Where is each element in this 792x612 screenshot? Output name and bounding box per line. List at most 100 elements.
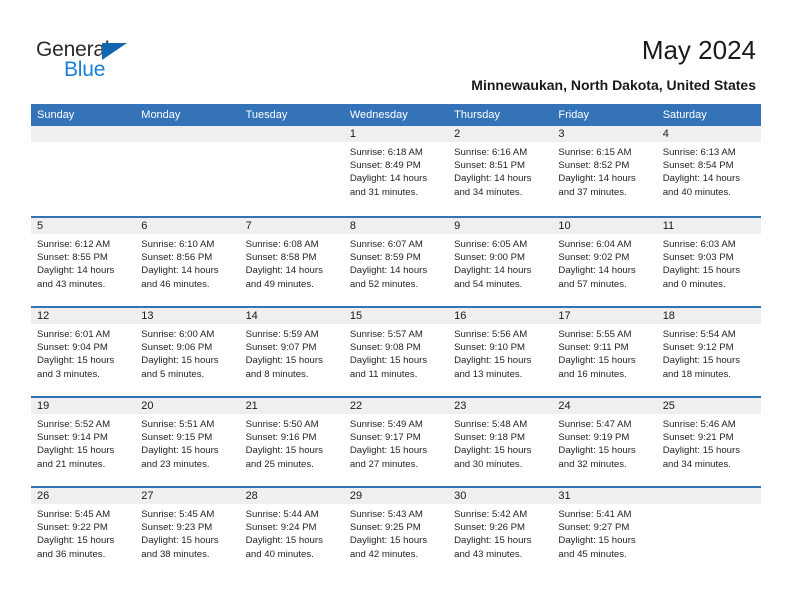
- day-number: [239, 126, 344, 142]
- calendar-day-cell-empty: [656, 488, 761, 576]
- calendar-day-cell[interactable]: 7 Sunrise: 6:08 AM Sunset: 8:58 PM Daylight…: [239, 218, 344, 306]
- sunrise-text: Sunrise: 5:41 AM: [558, 509, 632, 520]
- daylight-text-line1: Daylight: 14 hours: [245, 265, 323, 277]
- sunset-text: Sunset: 9:14 PM: [37, 432, 108, 444]
- daylight-text-line1: Daylight: 15 hours: [662, 265, 741, 277]
- daylight-text-line1: Daylight: 14 hours: [141, 265, 219, 277]
- calendar-day-cell[interactable]: 26 Sunrise: 5:45 AM Sunset: 9:22 PM Dayligh…: [31, 488, 136, 576]
- sunrise-text: Sunrise: 6:03 AM: [662, 239, 736, 250]
- sunrise-text: Sunrise: 6:13 AM: [662, 147, 736, 158]
- calendar-day-cell[interactable]: 29 Sunrise: 5:43 AM Sunset: 9:25 PM Dayligh…: [343, 488, 449, 576]
- daylight-text-line2: and 38 minutes.: [141, 548, 210, 560]
- calendar-day-cell[interactable]: 3 Sunrise: 6:15 AM Sunset: 8:52 PM Daylight…: [552, 126, 657, 214]
- calendar-day-cell[interactable]: 12 Sunrise: 6:01 AM Sunset: 9:04 PM Dayligh…: [31, 308, 136, 396]
- sunset-text: Sunset: 9:16 PM: [245, 432, 317, 444]
- calendar-day-cell[interactable]: 24 Sunrise: 5:47 AM Sunset: 9:19 PM Dayligh…: [552, 398, 657, 486]
- daylight-text-line1: Daylight: 15 hours: [454, 535, 532, 547]
- sunrise-text: Sunrise: 5:52 AM: [37, 419, 111, 430]
- day-sun-info: Sunrise: 6:01 AM Sunset: 9:04 PM Daylight:…: [31, 324, 135, 381]
- daylight-text-line2: and 23 minutes.: [141, 458, 210, 470]
- daylight-text-line2: and 34 minutes.: [454, 186, 523, 198]
- sunset-text: Sunset: 9:15 PM: [141, 432, 213, 444]
- general-blue-logo[interactable]: General Blue: [36, 38, 166, 86]
- calendar-day-cell[interactable]: 18 Sunrise: 5:54 AM Sunset: 9:12 PM Dayligh…: [656, 308, 761, 396]
- calendar-day-cell[interactable]: 19 Sunrise: 5:52 AM Sunset: 9:14 PM Dayligh…: [31, 398, 136, 486]
- daylight-text-line2: and 32 minutes.: [558, 458, 627, 470]
- sunrise-text: Sunrise: 5:55 AM: [558, 329, 632, 340]
- calendar-day-cell[interactable]: 30 Sunrise: 5:42 AM Sunset: 9:26 PM Dayligh…: [448, 488, 553, 576]
- sunrise-text: Sunrise: 5:45 AM: [141, 509, 215, 520]
- calendar-day-cell[interactable]: 10 Sunrise: 6:04 AM Sunset: 9:02 PM Dayligh…: [552, 218, 657, 306]
- calendar-day-cell[interactable]: 14 Sunrise: 5:59 AM Sunset: 9:07 PM Dayligh…: [239, 308, 344, 396]
- calendar-day-cell[interactable]: 1 Sunrise: 6:18 AM Sunset: 8:49 PM Daylight…: [343, 126, 449, 214]
- calendar-day-cell[interactable]: 17 Sunrise: 5:55 AM Sunset: 9:11 PM Dayligh…: [552, 308, 657, 396]
- calendar-week-row: 1 Sunrise: 6:18 AM Sunset: 8:49 PM Daylight…: [31, 126, 761, 216]
- calendar-day-cell[interactable]: 8 Sunrise: 6:07 AM Sunset: 8:59 PM Daylight…: [343, 218, 449, 306]
- calendar-day-cell[interactable]: 9 Sunrise: 6:05 AM Sunset: 9:00 PM Daylight…: [448, 218, 553, 306]
- sunset-text: Sunset: 9:24 PM: [245, 522, 317, 534]
- calendar-page: General Blue May 2024 Minnewaukan, North…: [0, 0, 792, 612]
- day-sun-info: Sunrise: 6:13 AM Sunset: 8:54 PM Daylight:…: [657, 142, 761, 199]
- calendar-day-cell[interactable]: 21 Sunrise: 5:50 AM Sunset: 9:16 PM Dayligh…: [239, 398, 344, 486]
- day-number: 6: [135, 218, 240, 234]
- sunset-text: Sunset: 9:11 PM: [558, 342, 629, 354]
- daylight-text-line2: and 36 minutes.: [37, 548, 106, 560]
- sunset-text: Sunset: 9:21 PM: [662, 432, 734, 444]
- calendar-day-cell[interactable]: 5 Sunrise: 6:12 AM Sunset: 8:55 PM Daylight…: [31, 218, 136, 306]
- sunset-text: Sunset: 8:59 PM: [349, 252, 421, 264]
- weekday-header-sunday: Sunday: [37, 109, 75, 121]
- sunrise-text: Sunrise: 5:56 AM: [454, 329, 528, 340]
- calendar-day-cell[interactable]: 23 Sunrise: 5:48 AM Sunset: 9:18 PM Dayligh…: [448, 398, 553, 486]
- logo-text-blue: Blue: [64, 58, 106, 81]
- sunrise-text: Sunrise: 5:46 AM: [662, 419, 736, 430]
- daylight-text-line1: Daylight: 15 hours: [37, 535, 115, 547]
- calendar-day-cell[interactable]: 22 Sunrise: 5:49 AM Sunset: 9:17 PM Dayligh…: [343, 398, 449, 486]
- sunrise-text: Sunrise: 5:49 AM: [349, 419, 423, 430]
- sunrise-text: Sunrise: 6:10 AM: [141, 239, 215, 250]
- day-number: 15: [343, 308, 449, 324]
- sunset-text: Sunset: 9:17 PM: [349, 432, 421, 444]
- day-number: 10: [552, 218, 657, 234]
- calendar-day-cell[interactable]: 15 Sunrise: 5:57 AM Sunset: 9:08 PM Dayligh…: [343, 308, 449, 396]
- sunrise-text: Sunrise: 5:59 AM: [245, 329, 319, 340]
- day-sun-info: Sunrise: 5:51 AM Sunset: 9:15 PM Daylight:…: [135, 414, 239, 471]
- sunrise-text: Sunrise: 5:50 AM: [245, 419, 319, 430]
- day-sun-info: Sunrise: 6:07 AM Sunset: 8:59 PM Daylight:…: [344, 234, 448, 291]
- sunrise-text: Sunrise: 6:18 AM: [349, 147, 423, 158]
- daylight-text-line1: Daylight: 15 hours: [454, 355, 532, 367]
- day-number: 29: [343, 488, 449, 504]
- daylight-text-line2: and 5 minutes.: [141, 368, 205, 380]
- daylight-text-line2: and 13 minutes.: [454, 368, 523, 380]
- calendar-day-cell[interactable]: 27 Sunrise: 5:45 AM Sunset: 9:23 PM Dayligh…: [135, 488, 240, 576]
- calendar-day-cell[interactable]: 16 Sunrise: 5:56 AM Sunset: 9:10 PM Dayligh…: [448, 308, 553, 396]
- day-sun-info: Sunrise: 5:42 AM Sunset: 9:26 PM Daylight:…: [448, 504, 552, 561]
- calendar-day-cell[interactable]: 4 Sunrise: 6:13 AM Sunset: 8:54 PM Daylight…: [656, 126, 761, 214]
- daylight-text-line1: Daylight: 15 hours: [245, 535, 323, 547]
- day-number: 19: [31, 398, 136, 414]
- sunrise-text: Sunrise: 5:42 AM: [454, 509, 528, 520]
- daylight-text-line2: and 25 minutes.: [245, 458, 314, 470]
- day-number: 23: [448, 398, 553, 414]
- day-number: [135, 126, 240, 142]
- daylight-text-line2: and 40 minutes.: [245, 548, 314, 560]
- calendar-day-cell[interactable]: 2 Sunrise: 6:16 AM Sunset: 8:51 PM Daylight…: [448, 126, 553, 214]
- daylight-text-line1: Daylight: 15 hours: [245, 445, 323, 457]
- daylight-text-line2: and 57 minutes.: [558, 278, 627, 290]
- calendar-day-cell[interactable]: 13 Sunrise: 6:00 AM Sunset: 9:06 PM Dayligh…: [135, 308, 240, 396]
- calendar-day-cell[interactable]: 6 Sunrise: 6:10 AM Sunset: 8:56 PM Daylight…: [135, 218, 240, 306]
- sunrise-text: Sunrise: 6:00 AM: [141, 329, 215, 340]
- weekday-header-saturday: Saturday: [662, 109, 707, 121]
- calendar-day-cell[interactable]: 28 Sunrise: 5:44 AM Sunset: 9:24 PM Dayligh…: [239, 488, 344, 576]
- daylight-text-line1: Daylight: 15 hours: [558, 535, 636, 547]
- daylight-text-line2: and 45 minutes.: [558, 548, 627, 560]
- calendar-week-row: 12 Sunrise: 6:01 AM Sunset: 9:04 PM Dayligh…: [31, 306, 761, 396]
- day-number: 27: [135, 488, 240, 504]
- calendar-day-cell[interactable]: 25 Sunrise: 5:46 AM Sunset: 9:21 PM Dayligh…: [656, 398, 761, 486]
- daylight-text-line1: Daylight: 15 hours: [141, 535, 219, 547]
- calendar-day-cell[interactable]: 20 Sunrise: 5:51 AM Sunset: 9:15 PM Dayligh…: [135, 398, 240, 486]
- calendar-day-cell[interactable]: 31 Sunrise: 5:41 AM Sunset: 9:27 PM Dayligh…: [552, 488, 657, 576]
- calendar-day-cell[interactable]: 11 Sunrise: 6:03 AM Sunset: 9:03 PM Dayligh…: [656, 218, 761, 306]
- weekday-header-thursday: Thursday: [454, 109, 500, 121]
- day-sun-info: Sunrise: 5:45 AM Sunset: 9:22 PM Daylight:…: [31, 504, 135, 561]
- sunrise-text: Sunrise: 6:12 AM: [37, 239, 111, 250]
